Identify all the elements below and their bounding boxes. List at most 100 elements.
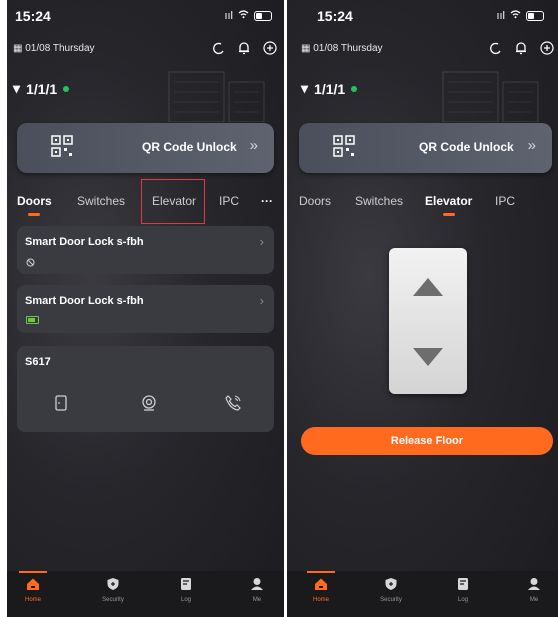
night-mode-icon[interactable] — [210, 40, 226, 56]
camera-icon[interactable] — [138, 392, 160, 414]
building-illustration — [442, 71, 539, 122]
date-label: ▦ 01/08 Thursday — [301, 43, 383, 54]
tab-ipc[interactable]: IPC — [495, 194, 515, 208]
shield-icon — [384, 577, 398, 591]
tab-doors-label: Doors — [17, 194, 52, 208]
nav-security[interactable]: Security — [93, 577, 133, 603]
device-card[interactable]: Smart Door Lock s-fbh › — [17, 226, 274, 274]
nav-log[interactable]: Log — [166, 577, 206, 603]
date-text: 01/08 Thursday — [25, 43, 95, 54]
user-icon — [250, 577, 264, 591]
tab-switches[interactable]: Switches — [77, 194, 125, 208]
device-card[interactable]: Smart Door Lock s-fbh › — [17, 285, 274, 333]
status-time: 15:24 — [15, 8, 51, 24]
date-row: ▦ 01/08 Thursday — [7, 40, 284, 58]
battery-status-icon — [526, 11, 544, 21]
bottom-nav: Home Security Log Me — [287, 571, 558, 617]
qr-code-unlock-label: QR Code Unlock — [142, 140, 237, 154]
phone-screen-elevator: 15:24 ııl ▦ 01/08 Thursday ▾ 1/1/1 QR Co… — [287, 0, 558, 617]
elevator-down-button[interactable] — [413, 348, 443, 366]
tab-doors[interactable]: Doors — [299, 194, 331, 208]
add-icon[interactable] — [262, 40, 278, 56]
intercom-actions — [17, 392, 274, 414]
tab-elevator[interactable]: Elevator — [425, 194, 473, 216]
door-icon[interactable] — [50, 392, 72, 414]
phone-call-icon[interactable] — [222, 392, 244, 414]
nav-me-label: Me — [529, 597, 539, 603]
battery-status-icon — [254, 11, 272, 21]
device-name: Smart Door Lock s-fbh — [25, 295, 144, 307]
nav-security[interactable]: Security — [371, 577, 411, 603]
active-tab-indicator — [28, 213, 41, 216]
tab-doors[interactable]: Doors — [17, 194, 52, 216]
nav-security-label: Security — [102, 597, 124, 603]
qr-code-unlock-label: QR Code Unlock — [419, 140, 514, 154]
date-row: ▦ 01/08 Thursday — [287, 40, 558, 58]
night-mode-icon[interactable] — [487, 40, 503, 56]
nav-active-indicator — [307, 571, 335, 573]
date-label: ▦ 01/08 Thursday — [13, 43, 95, 54]
nav-home-label: Home — [24, 597, 41, 603]
chevron-down-icon: ▾ — [13, 80, 21, 96]
elevator-control-panel — [389, 248, 467, 394]
status-time: 15:24 — [317, 8, 353, 24]
unit-selector[interactable]: ▾ 1/1/1 — [301, 80, 358, 97]
battery-icon — [26, 316, 39, 324]
double-chevron-right-icon: » — [249, 137, 258, 154]
elevator-tab-highlight — [141, 179, 205, 224]
log-icon — [456, 577, 470, 591]
online-indicator — [351, 85, 358, 92]
wifi-icon — [238, 10, 249, 22]
intercom-card[interactable]: S617 — [17, 346, 274, 432]
qr-code-icon — [51, 135, 73, 162]
nav-log[interactable]: Log — [443, 577, 483, 603]
lock-unlinked-icon — [26, 254, 35, 272]
status-icons: ııl — [224, 10, 272, 22]
add-icon[interactable] — [539, 40, 555, 56]
status-icons: ııl — [496, 10, 544, 22]
bell-icon[interactable] — [513, 40, 529, 56]
double-chevron-right-icon: » — [527, 137, 536, 154]
nav-home[interactable]: Home — [301, 577, 341, 603]
log-icon — [179, 577, 193, 591]
more-tabs-button[interactable]: ··· — [261, 194, 273, 208]
nav-log-label: Log — [457, 597, 468, 603]
unit-label: 1/1/1 — [26, 80, 58, 97]
release-floor-button[interactable]: Release Floor — [301, 427, 553, 455]
home-icon — [26, 577, 40, 591]
unit-label: 1/1/1 — [314, 80, 346, 97]
unit-selector[interactable]: ▾ 1/1/1 — [13, 80, 70, 97]
status-bar: 15:24 ııl — [287, 8, 558, 28]
nav-log-label: Log — [180, 597, 191, 603]
online-indicator — [63, 85, 70, 92]
shield-icon — [106, 577, 120, 591]
device-name: Smart Door Lock s-fbh — [25, 236, 144, 248]
signal-icon: ııl — [496, 10, 505, 22]
qr-code-unlock-button[interactable]: QR Code Unlock » — [17, 123, 274, 173]
qr-code-unlock-button[interactable]: QR Code Unlock » — [299, 123, 552, 173]
device-name: S617 — [25, 356, 51, 368]
user-icon — [527, 577, 541, 591]
tab-elevator-label: Elevator — [425, 194, 473, 208]
chevron-down-icon: ▾ — [301, 80, 309, 96]
top-actions — [210, 40, 278, 56]
active-tab-indicator — [442, 213, 455, 216]
qr-code-icon — [333, 135, 355, 162]
nav-me[interactable]: Me — [514, 577, 554, 603]
nav-active-indicator — [19, 571, 47, 573]
top-actions — [487, 40, 555, 56]
nav-me-label: Me — [252, 597, 262, 603]
elevator-up-button[interactable] — [413, 278, 443, 296]
tab-switches[interactable]: Switches — [355, 194, 403, 208]
bell-icon[interactable] — [236, 40, 252, 56]
nav-me[interactable]: Me — [237, 577, 277, 603]
building-illustration — [168, 71, 265, 122]
chevron-right-icon: › — [259, 293, 264, 308]
nav-home-label: Home — [312, 597, 329, 603]
signal-icon: ııl — [224, 10, 233, 22]
phone-screen-doors: 15:24 ııl ▦ 01/08 Thursday ▾ 1/1/1 QR Co… — [7, 0, 284, 617]
bottom-nav: Home Security Log Me — [7, 571, 284, 617]
tab-ipc[interactable]: IPC — [219, 194, 239, 208]
wifi-icon — [510, 10, 521, 22]
nav-home[interactable]: Home — [13, 577, 53, 603]
